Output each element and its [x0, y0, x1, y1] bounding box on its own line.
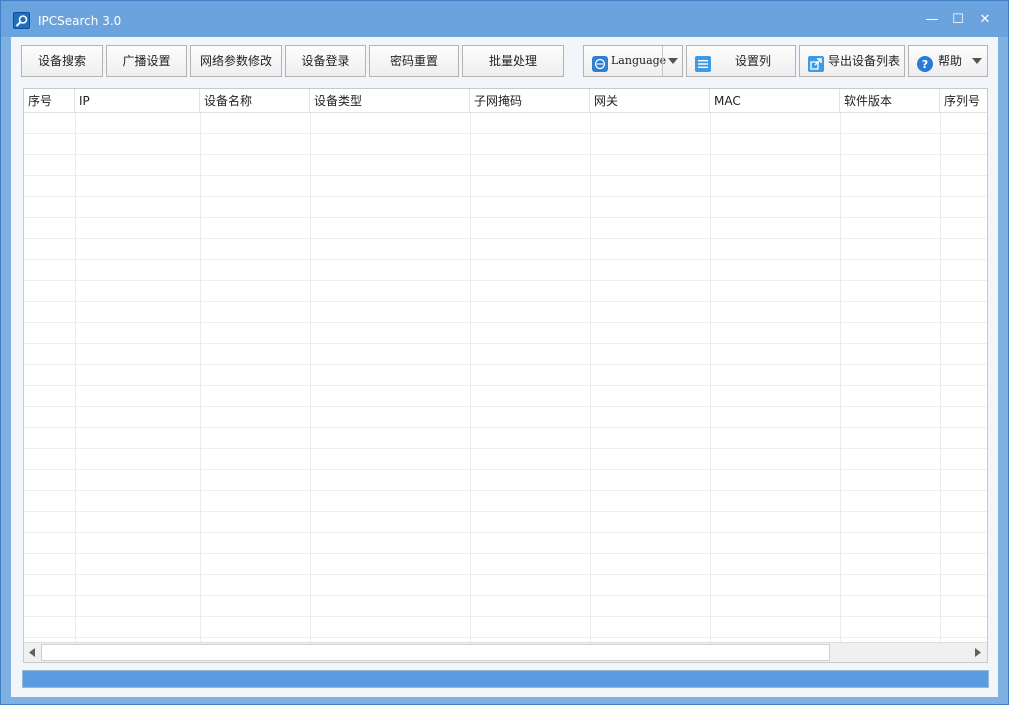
device-login-button[interactable]: 设备登录 — [285, 45, 366, 77]
column-divider — [75, 113, 76, 642]
main-panel: 设备搜索 广播设置 网络参数修改 设备登录 密码重置 批量处理 Language — [11, 37, 998, 697]
column-header-serial[interactable]: 序列号 — [940, 89, 987, 113]
column-divider — [940, 113, 941, 642]
row-divider — [24, 385, 987, 386]
row-divider — [24, 364, 987, 365]
device-search-button[interactable]: 设备搜索 — [21, 45, 103, 77]
column-divider — [200, 113, 201, 642]
export-list-label: 导出设备列表 — [828, 54, 901, 68]
column-header-ip[interactable]: IP — [75, 89, 200, 113]
close-button[interactable]: ✕ — [972, 9, 998, 31]
row-divider — [24, 175, 987, 176]
broadcast-settings-button[interactable]: 广播设置 — [106, 45, 187, 77]
progress-bar — [22, 670, 989, 688]
set-columns-button[interactable]: 设置列 — [686, 45, 796, 77]
row-divider — [24, 574, 987, 575]
row-divider — [24, 469, 987, 470]
row-divider — [24, 553, 987, 554]
column-header-mac[interactable]: MAC — [710, 89, 840, 113]
column-divider — [590, 113, 591, 642]
row-divider — [24, 217, 987, 218]
window-title: IPCSearch 3.0 — [38, 14, 122, 28]
scroll-left-icon[interactable] — [24, 643, 41, 662]
row-divider — [24, 280, 987, 281]
globe-icon — [592, 53, 608, 72]
table-body[interactable] — [24, 113, 987, 642]
language-dropdown[interactable]: Language — [583, 45, 683, 77]
chevron-down-icon[interactable] — [662, 46, 682, 76]
row-divider — [24, 154, 987, 155]
help-label: 帮助 — [938, 54, 963, 68]
column-header-software-version[interactable]: 软件版本 — [840, 89, 940, 113]
column-header-subnet-mask[interactable]: 子网掩码 — [470, 89, 590, 113]
set-columns-label: 设置列 — [735, 54, 772, 68]
row-divider — [24, 133, 987, 134]
column-divider — [470, 113, 471, 642]
network-params-button[interactable]: 网络参数修改 — [190, 45, 282, 77]
column-divider — [710, 113, 711, 642]
row-divider — [24, 490, 987, 491]
row-divider — [24, 322, 987, 323]
batch-process-button[interactable]: 批量处理 — [462, 45, 564, 77]
column-header-device-name[interactable]: 设备名称 — [200, 89, 310, 113]
column-divider — [840, 113, 841, 642]
row-divider — [24, 301, 987, 302]
help-dropdown[interactable]: ? 帮助 — [908, 45, 988, 77]
scrollbar-thumb[interactable] — [41, 644, 830, 661]
chevron-down-icon[interactable] — [967, 46, 987, 76]
list-icon — [695, 53, 711, 72]
language-label: Language — [611, 54, 667, 67]
export-list-button[interactable]: 导出设备列表 — [799, 45, 905, 77]
row-divider — [24, 448, 987, 449]
horizontal-scrollbar[interactable] — [24, 642, 987, 662]
table-header: 序号 IP 设备名称 设备类型 子网掩码 网关 MAC 软件版本 序列号 — [24, 89, 987, 113]
row-divider — [24, 406, 987, 407]
minimize-button[interactable]: — — [919, 9, 945, 31]
svg-text:?: ? — [922, 58, 928, 71]
row-divider — [24, 616, 987, 617]
question-icon: ? — [917, 53, 933, 72]
app-window: IPCSearch 3.0 — ☐ ✕ 设备搜索 广播设置 网络参数修改 设备登… — [0, 0, 1009, 705]
row-divider — [24, 511, 987, 512]
row-divider — [24, 427, 987, 428]
row-divider — [24, 196, 987, 197]
column-header-gateway[interactable]: 网关 — [590, 89, 710, 113]
column-header-index[interactable]: 序号 — [24, 89, 75, 113]
row-divider — [24, 637, 987, 638]
column-divider — [310, 113, 311, 642]
password-reset-button[interactable]: 密码重置 — [369, 45, 459, 77]
row-divider — [24, 343, 987, 344]
progress-fill — [23, 671, 988, 687]
column-header-device-type[interactable]: 设备类型 — [310, 89, 470, 113]
export-icon — [808, 53, 824, 72]
magnifier-icon — [13, 12, 30, 29]
title-bar[interactable]: IPCSearch 3.0 — ☐ ✕ — [1, 1, 1008, 37]
scroll-right-icon[interactable] — [970, 643, 987, 662]
row-divider — [24, 532, 987, 533]
maximize-button[interactable]: ☐ — [945, 9, 971, 31]
row-divider — [24, 238, 987, 239]
row-divider — [24, 595, 987, 596]
row-divider — [24, 259, 987, 260]
device-table[interactable]: 序号 IP 设备名称 设备类型 子网掩码 网关 MAC 软件版本 序列号 — [23, 88, 988, 663]
